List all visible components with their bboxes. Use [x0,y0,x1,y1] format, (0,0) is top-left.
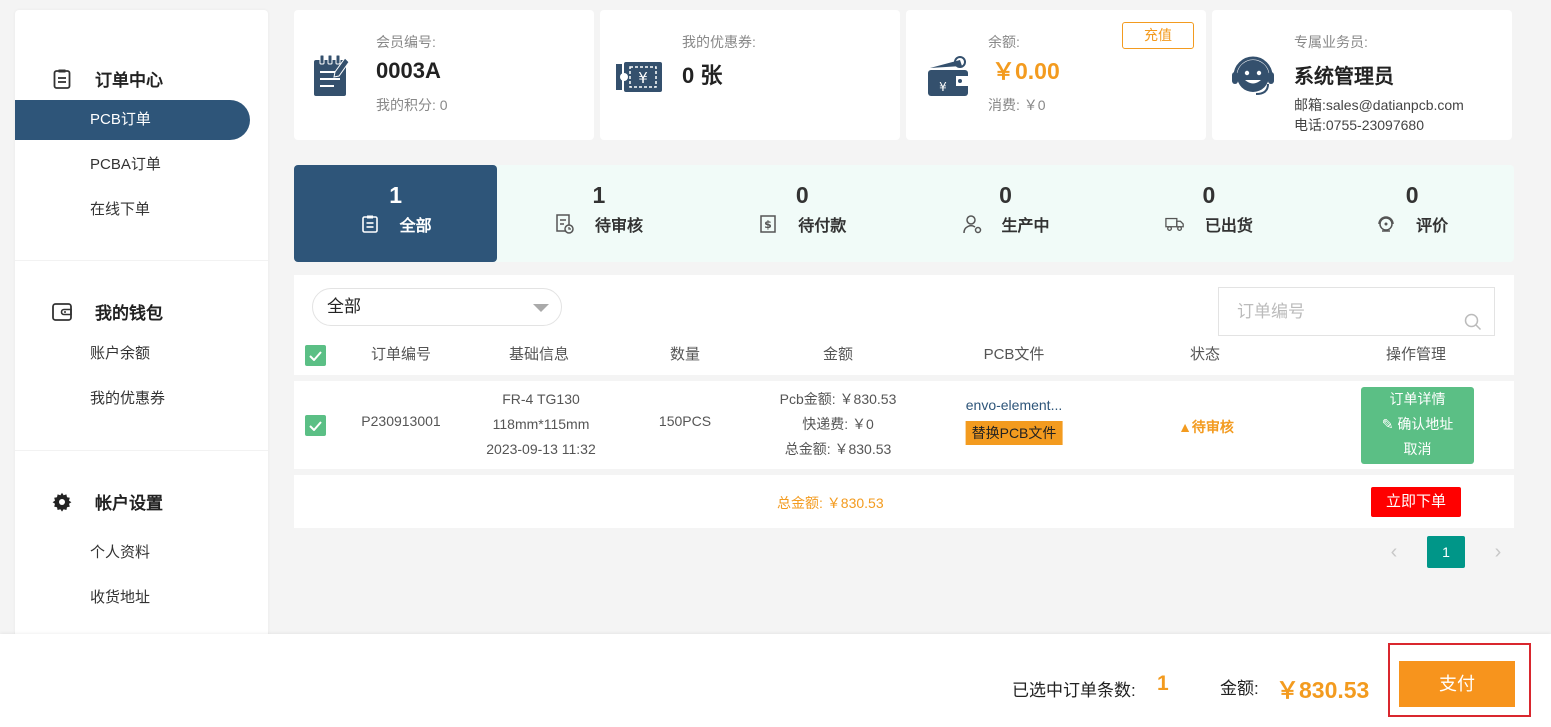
pay-button[interactable]: 支付 [1399,661,1515,707]
svg-text:¥: ¥ [638,69,648,87]
order-detail-button[interactable]: 订单详情 [1361,387,1474,412]
balance-label: 余额: [988,34,1020,50]
sidebar-item-address[interactable]: 收货地址 [15,578,250,618]
selected-count-value: 1 [1157,672,1169,695]
sidebar-item-pcb-orders[interactable]: PCB订单 [15,100,250,140]
balance-card: ¥ 余额: ￥0.00 消费: ￥0 充值 [906,10,1206,140]
sidebar: 订单中心 PCB订单 PCBA订单 在线下单 我的钱包 账户余额 我的优惠券 帐… [15,10,268,651]
sidebar-item-online-order[interactable]: 在线下单 [15,190,250,230]
chevron-left-icon[interactable]: ‹ [1385,541,1403,564]
sales-name: 系统管理员 [1294,66,1394,88]
amount-info: Pcb金额: ￥830.53 快递费: ￥0 总金额: ￥830.53 [779,391,897,457]
order-status-tabs: 1 全部 1 待审核 0 $ 待付款 0 生产中 0 已出货 0 评价 [294,165,1514,262]
sidebar-group-title: 我的钱包 [51,299,163,324]
pencil-icon: ✎ [1381,416,1394,432]
checkout-bar: 已选中订单条数: 1 金额: ￥830.53 支付 [0,634,1551,727]
total-row: 总金额: ￥830.53 立即下单 [294,475,1514,528]
caret-down-icon [533,304,549,312]
balance-value: ￥0.00 [992,58,1060,84]
selected-count-label: 已选中订单条数: [1012,681,1136,700]
tab-pending-review[interactable]: 1 待审核 [497,165,700,262]
sidebar-group-settings: 帐户设置 个人资料 收货地址 密码管理 [15,450,268,651]
truck-icon [1165,214,1185,234]
basic-info: FR-4 TG130 118mm*115mm 2023-09-13 11:32 [486,391,596,457]
order-now-button[interactable]: 立即下单 [1371,487,1461,517]
order-search-input[interactable]: 订单编号 [1218,287,1495,336]
tab-review[interactable]: 0 评价 [1310,165,1513,262]
sales-email: 邮箱:sales@datianpcb.com [1294,97,1464,113]
sidebar-item-profile[interactable]: 个人资料 [15,533,250,573]
col-pcb-file: PCB文件 [983,346,1045,363]
orders-panel: 全部 订单编号 订单编号 基础信息 数量 金额 PCB文件 状态 操作管理 P2… [294,275,1514,528]
page-number[interactable]: 1 [1427,536,1465,568]
member-id-label: 会员编号: [376,34,436,50]
member-id-value: 0003A [376,58,441,83]
pcb-file-link[interactable]: envo-element... [966,397,1063,413]
chevron-right-icon[interactable]: › [1489,541,1507,564]
col-actions: 操作管理 [1385,346,1447,363]
customer-service-icon [1230,54,1274,98]
sidebar-item-pcba-orders[interactable]: PCBA订单 [15,145,250,185]
coupon-card: ¥ 我的优惠券: 0 张 [600,10,900,140]
sales-card: 专属业务员: 系统管理员 邮箱:sales@datianpcb.com 电话:0… [1212,10,1512,140]
select-all-checkbox[interactable] [305,345,326,366]
coupon-value[interactable]: 0 张 [682,58,722,90]
quantity: 150PCS [658,413,712,429]
amount-label: 金额: [1220,679,1259,698]
points-text: 我的积分: 0 [376,97,448,113]
sidebar-group-wallet: 我的钱包 账户余额 我的优惠券 [15,260,268,450]
recharge-button[interactable]: 充值 [1122,22,1194,49]
tab-in-production[interactable]: 0 生产中 [904,165,1107,262]
col-quantity: 数量 [669,346,701,363]
clipboard-list-icon [51,68,73,90]
col-amount: 金额 [822,346,854,363]
wallet-icon [51,301,73,323]
tab-shipped[interactable]: 0 已出货 [1107,165,1310,262]
tab-all[interactable]: 1 全部 [294,165,498,262]
clipboard-list-icon [360,214,380,234]
cancel-order-button[interactable]: 取消 [1361,437,1474,462]
document-clock-icon [555,214,575,234]
total-amount-text: 总金额: ￥830.53 [777,495,884,511]
gear-icon [51,491,73,513]
col-order-no: 订单编号 [370,346,432,363]
worker-icon [962,214,982,234]
confirm-address-button[interactable]: ✎ 确认地址 [1361,412,1474,437]
support-agent-icon [1376,214,1396,234]
tab-pending-payment[interactable]: 0 $ 待付款 [701,165,904,262]
status-filter-select[interactable]: 全部 [312,288,562,326]
pcb-file-cell: envo-element... 替换PCB文件 [965,397,1063,445]
consumption-text: 消费: ￥0 [988,97,1046,113]
row-checkbox[interactable] [305,415,326,436]
sales-phone: 电话:0755-23097680 [1294,117,1424,133]
sidebar-item-balance[interactable]: 账户余额 [15,334,250,374]
table-header: 订单编号 基础信息 数量 金额 PCB文件 状态 操作管理 [294,340,1514,375]
sales-label: 专属业务员: [1294,34,1368,50]
table-row: P230913001 FR-4 TG130 118mm*115mm 2023-0… [294,381,1514,469]
sidebar-item-coupons[interactable]: 我的优惠券 [15,379,250,419]
svg-text:¥: ¥ [939,80,947,94]
sidebar-group-title: 订单中心 [51,66,163,91]
money-bill-icon: $ [758,214,778,234]
status-badge: ▲待审核 [1178,419,1234,435]
pagination: ‹ 1 › [1385,536,1507,568]
ticket-icon: ¥ [616,60,662,104]
notepad-icon [312,54,356,98]
pay-button-highlight: 支付 [1388,643,1531,717]
replace-pcb-file-button[interactable]: 替换PCB文件 [965,421,1063,445]
col-basic-info: 基础信息 [508,346,570,363]
wallet-yen-icon: ¥ [926,56,970,100]
coupon-label: 我的优惠券: [682,34,756,50]
amount-value: ￥830.53 [1276,677,1370,703]
col-status: 状态 [1189,346,1221,363]
member-card: 会员编号: 0003A 我的积分: 0 [294,10,594,140]
order-number: P230913001 [361,413,441,429]
svg-text:$: $ [764,218,772,231]
row-actions: 订单详情 ✎ 确认地址 取消 [1361,387,1474,464]
sidebar-group-title: 帐户设置 [51,489,163,514]
